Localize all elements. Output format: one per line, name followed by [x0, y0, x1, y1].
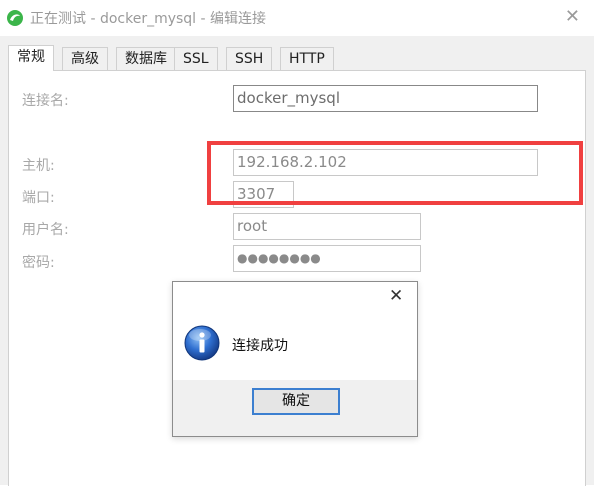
dialog-close-button[interactable]: ✕: [389, 286, 403, 306]
username-label: 用户名:: [22, 222, 69, 238]
tab-http[interactable]: HTTP: [280, 47, 334, 70]
title-bar: 正在测试 - docker_mysql - 编辑连接 ✕: [0, 0, 594, 36]
message-dialog: ✕ 连接成功 确定: [172, 281, 418, 437]
username-input[interactable]: root: [233, 213, 421, 240]
dialog-message: 连接成功: [232, 338, 288, 354]
info-icon: [184, 325, 220, 361]
host-label: 主机:: [22, 158, 55, 174]
password-label: 密码:: [22, 255, 55, 271]
dialog-content-area: ✕ 连接成功: [173, 282, 417, 380]
port-label: 端口:: [22, 190, 55, 206]
window-close-button[interactable]: ✕: [565, 6, 580, 27]
password-input[interactable]: ●●●●●●●●: [233, 245, 421, 272]
tab-ssl[interactable]: SSL: [174, 47, 218, 70]
tab-database[interactable]: 数据库: [116, 47, 176, 70]
tab-ssh[interactable]: SSH: [226, 47, 273, 70]
edit-connection-window: 正在测试 - docker_mysql - 编辑连接 ✕ 常规 高级 数据库 S…: [0, 0, 594, 486]
window-title: 正在测试 - docker_mysql - 编辑连接: [30, 11, 267, 27]
ok-button[interactable]: 确定: [252, 388, 340, 415]
connection-name-input[interactable]: docker_mysql: [233, 85, 538, 112]
connection-name-label: 连接名:: [22, 93, 69, 109]
navicat-logo-icon: [7, 10, 23, 26]
highlight-box: [207, 141, 583, 205]
tab-general[interactable]: 常规: [8, 45, 54, 71]
tab-advanced[interactable]: 高级: [62, 47, 108, 70]
